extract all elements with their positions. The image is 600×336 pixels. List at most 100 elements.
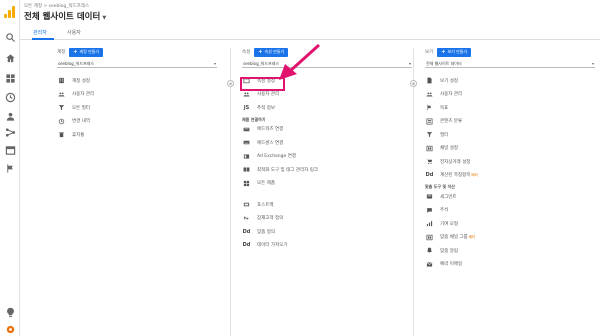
item-label: 세그먼트 xyxy=(440,194,457,200)
dropdown-arrow-icon: ▾ xyxy=(591,61,594,66)
breadcrumb[interactable]: 모든 계정 > seeblog_워드프레스 xyxy=(24,3,89,9)
item-label: 모든 필터 xyxy=(72,105,90,111)
view-user-management-item[interactable]: 사용자 관리 xyxy=(425,88,595,102)
search-icon[interactable] xyxy=(4,31,16,43)
segment-icon xyxy=(425,193,434,201)
custom-tools-section: 맞춤 도구 및 자산 xyxy=(425,184,455,189)
beta-badge: 베타 xyxy=(471,173,478,178)
postback-icon xyxy=(242,201,251,209)
all-products-item[interactable]: 모든 제품 xyxy=(242,177,412,191)
adexchange-link-item[interactable]: Ad Exchange 연결 xyxy=(242,150,412,164)
account-settings-item[interactable]: 계정 설정 xyxy=(57,74,217,88)
account-change-history-item[interactable]: 변경 내역 xyxy=(57,115,217,129)
dd-icon: Dd xyxy=(242,242,251,249)
data-import-item[interactable]: Dd 데이터 가져오기 xyxy=(242,239,412,253)
item-label: 애드워즈 연결 xyxy=(257,127,284,133)
goals-item[interactable]: 목표 xyxy=(425,101,595,115)
calculated-metrics-item[interactable]: Dd 계산된 측정항목베타 xyxy=(425,169,595,183)
account-selector[interactable]: seeblog_워드프레스 ▾ xyxy=(57,61,217,68)
ads-icon xyxy=(242,125,251,133)
channel-icon xyxy=(425,233,434,241)
item-label: 맞춤 알림 xyxy=(440,248,458,254)
item-label: 사용자 관리 xyxy=(72,92,95,98)
create-view-label: 보기 만들기 xyxy=(447,49,468,54)
adsense-link-item[interactable]: 애드센스 연결 xyxy=(242,136,412,150)
link-toggle-icon[interactable]: ⊕ xyxy=(410,80,417,87)
create-view-button[interactable]: + 보기 만들기 xyxy=(437,47,472,57)
view-filters-item[interactable]: 필터 xyxy=(425,128,595,142)
admin-content: 계정 +계정 만들기 seeblog_워드프레스 ▾ 계정 설정 사용자 관리 xyxy=(20,40,600,336)
property-label: 속성 xyxy=(242,50,251,55)
alert-icon xyxy=(425,247,434,255)
home-icon[interactable] xyxy=(4,52,16,64)
segments-item[interactable]: 세그먼트 xyxy=(425,190,595,204)
item-label: 콘텐츠 분류 xyxy=(440,119,463,125)
gear-icon[interactable] xyxy=(4,323,16,335)
analytics-admin-app: 모든 계정 > seeblog_워드프레스 전체 웹사이트 데이터 ▼ 관리자 사… xyxy=(0,0,600,336)
property-selector-value: seeblog_워드프레스 xyxy=(243,61,280,66)
item-label: 포스트백 xyxy=(257,202,274,208)
chevron-down-icon: ▼ xyxy=(102,15,107,21)
plus-icon: + xyxy=(441,49,446,55)
item-label: 보기 설정 xyxy=(440,78,458,84)
account-filters-item[interactable]: 모든 필터 xyxy=(57,101,217,115)
channel-settings-item[interactable]: 채널 설정 xyxy=(425,142,595,156)
content-grouping-item[interactable]: 콘텐츠 분류 xyxy=(425,115,595,129)
dropdown-arrow-icon: ▾ xyxy=(408,61,411,66)
account-column: 계정 +계정 만들기 seeblog_워드프레스 ▾ 계정 설정 사용자 관리 xyxy=(57,47,217,142)
audience-icon xyxy=(242,214,251,222)
attribution-models-item[interactable]: 기여 모형 xyxy=(425,217,595,231)
tracking-info-item[interactable]: JS 추적 정보 xyxy=(242,101,412,115)
item-label: Ad Exchange 연결 xyxy=(257,154,296,160)
adwords-link-item[interactable]: 애드워즈 연결 xyxy=(242,123,412,137)
property-selector[interactable]: seeblog_워드프레스 ▾ xyxy=(242,61,412,68)
ecommerce-settings-item[interactable]: 전자상거래 설정 xyxy=(425,155,595,169)
link-toggle-icon[interactable]: ⊕ xyxy=(227,80,234,87)
pointer-arrow-icon xyxy=(279,43,321,80)
column-divider xyxy=(413,48,414,336)
dropdown-arrow-icon: ▾ xyxy=(213,61,216,66)
filter-icon xyxy=(57,104,66,112)
users-icon xyxy=(57,90,66,98)
view-selector[interactable]: 전체 웹사이트 데이터 ▾ xyxy=(425,61,595,68)
note-icon xyxy=(425,206,434,214)
tab-admin[interactable]: 관리자 xyxy=(33,29,47,36)
custom-definitions-item[interactable]: Dd 맞춤 정의 xyxy=(242,225,412,239)
create-account-button[interactable]: + 계정 만들기 xyxy=(69,47,104,57)
item-label: 주석 xyxy=(440,208,449,214)
audience-definitions-item[interactable]: 잠재고객 정의 xyxy=(242,212,412,226)
view-settings-item[interactable]: 보기 설정 xyxy=(425,74,595,88)
clock-icon[interactable] xyxy=(4,91,16,103)
account-user-management-item[interactable]: 사용자 관리 xyxy=(57,88,217,102)
optimize-tagmanager-link-item[interactable]: 최적화 도구 및 태그 관리자 링크 xyxy=(242,163,412,177)
allproducts-icon xyxy=(242,179,251,187)
item-label: 모든 제품 xyxy=(257,181,275,187)
behavior-icon[interactable] xyxy=(4,144,16,156)
flag-icon[interactable] xyxy=(4,162,16,174)
person-icon[interactable] xyxy=(4,110,16,122)
custom-alerts-item[interactable]: 맞춤 알림 xyxy=(425,244,595,258)
js-icon: JS xyxy=(243,104,250,111)
dd-icon: Dd xyxy=(242,228,251,235)
annotations-item[interactable]: 주석 xyxy=(425,204,595,218)
dashboard-icon[interactable] xyxy=(4,72,16,84)
products-icon xyxy=(242,166,251,174)
item-label-text: 맞춤 채널 그룹 xyxy=(440,235,468,241)
beta-badge: 베타 xyxy=(468,235,476,240)
tab-user[interactable]: 사용자 xyxy=(67,29,81,36)
custom-channel-grouping-item[interactable]: 맞춤 채널 그룹베타 xyxy=(425,231,595,245)
acquisition-icon[interactable] xyxy=(4,126,16,138)
account-selector-value: seeblog_워드프레스 xyxy=(58,61,95,66)
postback-item[interactable]: 포스트백 xyxy=(242,198,412,212)
left-nav xyxy=(0,0,20,336)
analytics-logo-icon[interactable] xyxy=(4,6,15,18)
item-label: 변경 내역 xyxy=(72,119,90,125)
email-icon xyxy=(425,260,434,268)
view-selector[interactable]: 전체 웹사이트 데이터 ▼ xyxy=(24,10,106,22)
scheduled-emails-item[interactable]: 예약 이메일 xyxy=(425,258,595,272)
account-label: 계정 xyxy=(57,50,66,55)
lightbulb-icon[interactable] xyxy=(4,306,16,318)
account-trash-item[interactable]: 휴지통 xyxy=(57,128,217,142)
item-label: 계정 설정 xyxy=(72,78,90,84)
attribution-icon xyxy=(425,220,434,228)
